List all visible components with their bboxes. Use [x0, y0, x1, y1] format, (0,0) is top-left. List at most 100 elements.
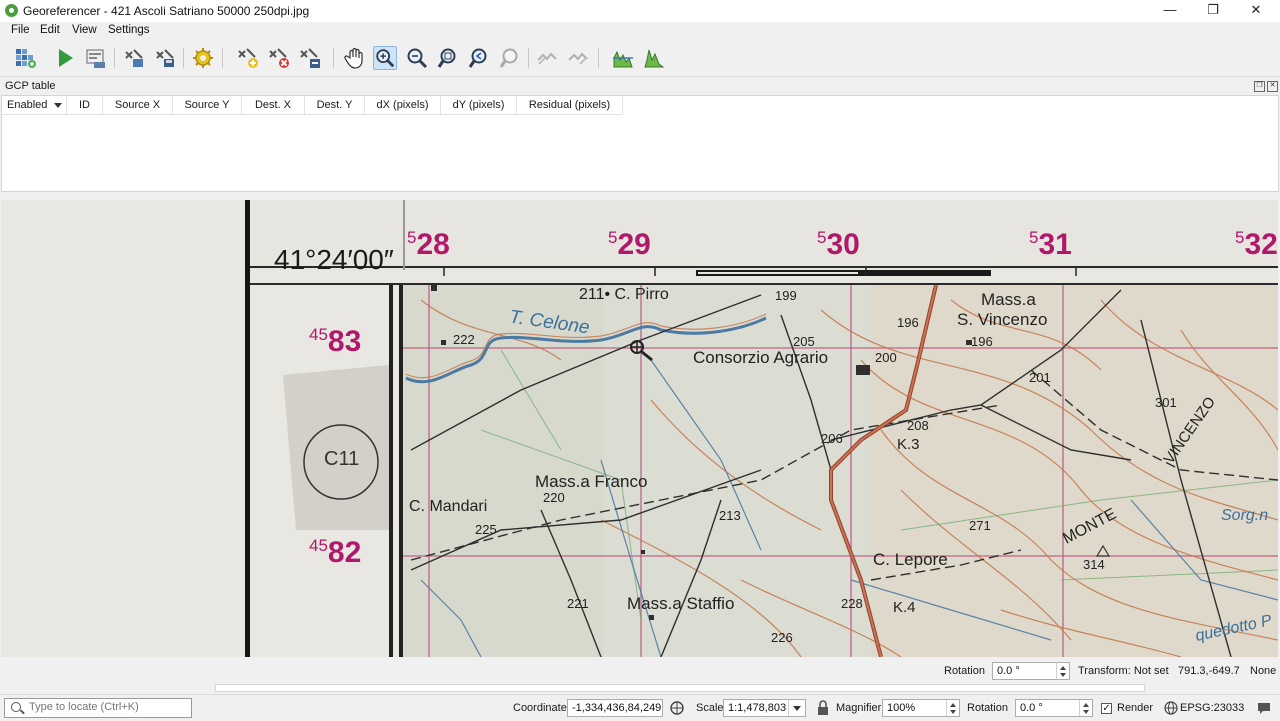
- spot-height: 222: [453, 332, 475, 347]
- spinner-icon[interactable]: [1056, 663, 1069, 679]
- gcp-table[interactable]: Enabled ID Source X Source Y Dest. X Des…: [1, 95, 1279, 192]
- place-mass-franco: Mass.a Franco: [535, 472, 648, 491]
- col-dx[interactable]: dX (pixels): [365, 96, 441, 114]
- spot-height: 228: [841, 596, 863, 611]
- close-button[interactable]: ✕: [1234, 0, 1278, 22]
- chevron-down-icon[interactable]: [788, 700, 805, 716]
- stamp-label: C11: [324, 448, 360, 470]
- toggle-extents-icon[interactable]: [669, 700, 685, 716]
- save-gcp-points-icon[interactable]: [153, 46, 177, 70]
- menu-edit[interactable]: Edit: [40, 24, 60, 36]
- load-gcp-points-icon[interactable]: [122, 46, 146, 70]
- col-dest-y[interactable]: Dest. Y: [305, 96, 365, 114]
- menu-file[interactable]: File: [11, 24, 30, 36]
- rotation-input[interactable]: 0.0 °: [1015, 699, 1093, 717]
- globe-icon[interactable]: [1164, 701, 1178, 715]
- generate-gdal-script-icon[interactable]: [84, 46, 108, 70]
- link-georeferencer-icon[interactable]: [535, 46, 559, 70]
- maximize-button[interactable]: ❐: [1191, 0, 1235, 22]
- open-raster-icon[interactable]: [14, 46, 38, 70]
- spot-height: 220: [543, 490, 565, 505]
- spinner-icon[interactable]: [1079, 700, 1092, 716]
- transformation-settings-icon[interactable]: [191, 46, 215, 70]
- spot-height: 221: [567, 596, 589, 611]
- col-source-y[interactable]: Source Y: [173, 96, 242, 114]
- lock-icon[interactable]: [816, 700, 830, 716]
- add-point-icon[interactable]: [236, 46, 260, 70]
- place-mass-staffio: Mass.a Staffio: [627, 594, 735, 613]
- zoom-next-icon[interactable]: [498, 46, 522, 70]
- sort-down-icon: [54, 103, 62, 108]
- spot-height: 205: [793, 334, 815, 349]
- place-sorg: Sorg.n: [1221, 507, 1269, 524]
- zoom-last-icon[interactable]: [467, 46, 491, 70]
- close-panel-icon[interactable]: ✕: [1267, 81, 1278, 92]
- place-c-pirro: 211• C. Pirro: [579, 286, 669, 303]
- col-id[interactable]: ID: [67, 96, 103, 114]
- menu-view[interactable]: View: [72, 24, 97, 36]
- spot-height: 271: [969, 518, 991, 533]
- local-histogram-stretch-icon[interactable]: [642, 46, 666, 70]
- canvas-rotation-input[interactable]: 0.0 °: [992, 662, 1070, 680]
- easting-532: 532: [1235, 228, 1278, 261]
- status-divider: [0, 682, 1280, 694]
- scale-label: Scale: [696, 702, 724, 714]
- place-s-vincenzo: S. Vincenzo: [957, 310, 1048, 329]
- minimize-button[interactable]: —: [1148, 0, 1192, 22]
- menu-settings[interactable]: Settings: [108, 24, 150, 36]
- start-georeferencing-icon[interactable]: [53, 46, 77, 70]
- float-panel-icon[interactable]: ❐: [1254, 81, 1265, 92]
- zoom-to-layer-icon[interactable]: [436, 46, 460, 70]
- place-c-mandari: C. Mandari: [409, 498, 488, 515]
- move-gcp-point-icon[interactable]: [298, 46, 322, 70]
- gcp-table-header: Enabled ID Source X Source Y Dest. X Des…: [2, 96, 623, 115]
- spot-height: 201: [1029, 370, 1051, 385]
- locator-input[interactable]: [29, 701, 189, 713]
- messages-icon[interactable]: [1256, 701, 1272, 715]
- gcp-panel-title-bar: GCP table ❐ ✕: [0, 77, 1280, 95]
- place-mass-a: Mass.a: [981, 290, 1036, 309]
- spinner-icon[interactable]: [946, 700, 959, 716]
- gcp-panel-title: GCP table: [5, 80, 56, 92]
- spot-height: 199: [775, 288, 797, 303]
- spot-height: 213: [719, 508, 741, 523]
- col-residual[interactable]: Residual (pixels): [517, 96, 623, 114]
- spot-height: 225: [475, 522, 497, 537]
- cursor-coords: 791.3,-649.7: [1178, 665, 1240, 677]
- scale-combobox[interactable]: 1:1,478,803: [723, 699, 806, 717]
- magnifier-input[interactable]: 100%: [882, 699, 960, 717]
- col-source-x[interactable]: Source X: [103, 96, 173, 114]
- epsg-label[interactable]: EPSG:23033: [1180, 702, 1244, 714]
- zoom-out-icon[interactable]: [405, 46, 429, 70]
- spot-height: 196: [971, 334, 993, 349]
- full-histogram-stretch-icon[interactable]: [611, 46, 635, 70]
- place-c-lepore: C. Lepore: [873, 550, 948, 569]
- locator-box[interactable]: [4, 698, 192, 718]
- canvas-status-bar: Rotation 0.0 ° Transform: Not set 791.3,…: [0, 660, 1280, 682]
- delete-point-icon[interactable]: [267, 46, 291, 70]
- northing-4582: 4582: [309, 536, 362, 569]
- search-icon: [11, 702, 21, 712]
- zoom-in-icon[interactable]: [373, 46, 397, 70]
- easting-530: 530: [817, 228, 860, 261]
- spot-height: 301: [1155, 395, 1177, 410]
- map-canvas[interactable]: 41°24′00″ 528 529 530 531 532 4583 4582 …: [1, 200, 1278, 657]
- render-checkbox[interactable]: ✓: [1101, 703, 1112, 714]
- place-k4: K.4: [893, 599, 916, 616]
- menu-bar: File Edit View Settings: [0, 22, 1280, 40]
- qgis-logo-icon: [5, 4, 18, 17]
- spot-height: 208: [907, 418, 929, 433]
- panel-splitter[interactable]: [0, 192, 1280, 200]
- spot-height: 314: [1083, 557, 1105, 572]
- pan-hand-icon[interactable]: [343, 46, 367, 70]
- coordinate-input[interactable]: -1,334,436,84,249: [567, 699, 663, 717]
- col-dy[interactable]: dY (pixels): [441, 96, 517, 114]
- latitude-label: 41°24′00″: [274, 244, 394, 275]
- render-label: Render: [1117, 702, 1154, 714]
- col-dest-x[interactable]: Dest. X: [242, 96, 305, 114]
- link-qgis-icon[interactable]: [566, 46, 590, 70]
- window-title: Georeferencer - 421 Ascoli Satriano 5000…: [23, 4, 310, 18]
- col-enabled[interactable]: Enabled: [2, 96, 67, 114]
- easting-528: 528: [407, 228, 450, 261]
- easting-531: 531: [1029, 228, 1072, 261]
